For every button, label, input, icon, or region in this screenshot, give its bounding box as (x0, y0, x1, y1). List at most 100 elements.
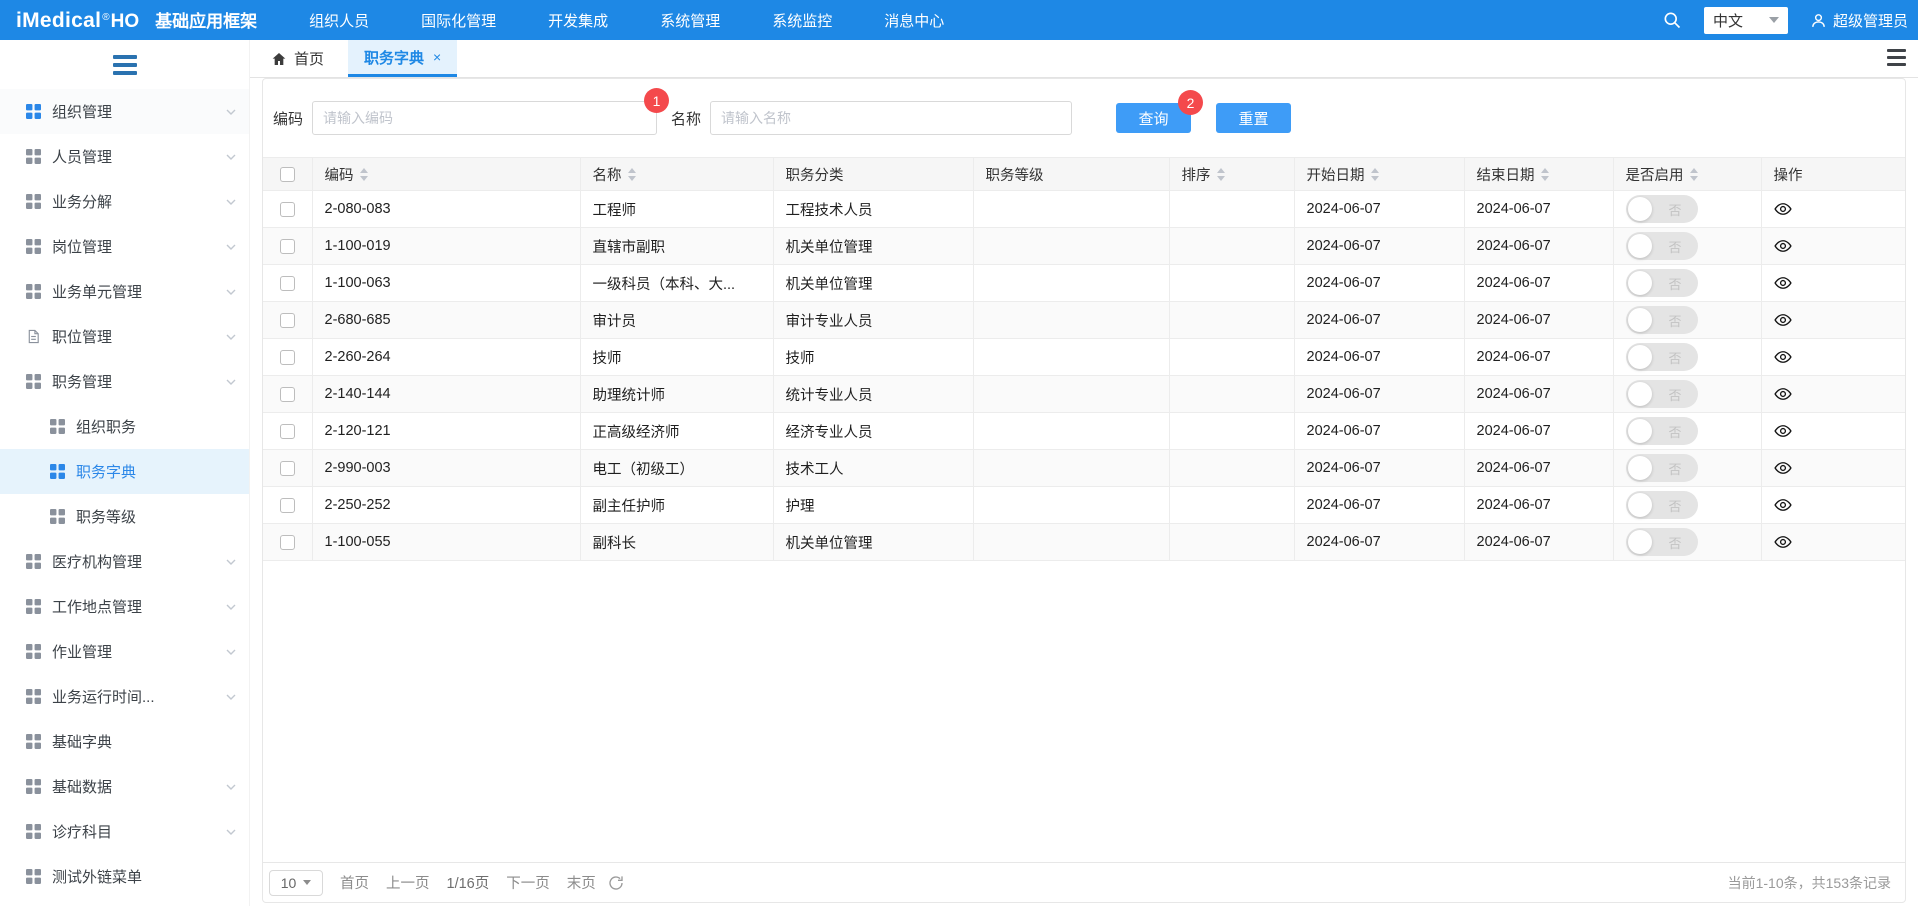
col-enabled[interactable]: 是否启用 (1613, 158, 1761, 191)
nav-item-system-monitor[interactable]: 系统监控 (772, 10, 832, 31)
close-icon[interactable]: × (433, 49, 441, 65)
row-checkbox[interactable] (280, 535, 295, 550)
sort-icon[interactable] (1690, 168, 1698, 181)
row-checkbox[interactable] (280, 350, 295, 365)
col-name[interactable]: 名称 (580, 158, 773, 191)
sort-icon[interactable] (360, 168, 368, 181)
sort-icon[interactable] (1217, 168, 1225, 181)
cell-category: 技术工人 (773, 450, 973, 487)
language-select[interactable]: 中文 (1704, 7, 1788, 34)
sidebar-item-job-management[interactable]: 作业管理 (0, 629, 249, 674)
sort-icon[interactable] (628, 168, 636, 181)
enabled-toggle[interactable]: 否 (1626, 195, 1698, 223)
row-checkbox[interactable] (280, 239, 295, 254)
refresh-icon[interactable] (608, 875, 624, 891)
home-icon (271, 51, 287, 67)
view-icon[interactable] (1774, 422, 1792, 440)
enabled-toggle[interactable]: 否 (1626, 454, 1698, 482)
page-size-select[interactable]: 10 (269, 870, 323, 896)
record-summary: 当前1-10条，共153条记录 (1728, 873, 1891, 893)
row-checkbox[interactable] (280, 276, 295, 291)
enabled-toggle[interactable]: 否 (1626, 528, 1698, 556)
col-code[interactable]: 编码 (312, 158, 580, 191)
grid-icon (26, 644, 41, 659)
row-checkbox[interactable] (280, 424, 295, 439)
sort-icon[interactable] (1371, 168, 1379, 181)
sidebar-item-business-unit-management[interactable]: 业务单元管理 (0, 269, 249, 314)
user-menu[interactable]: 超级管理员 (1810, 10, 1908, 31)
sidebar-item-business-decomposition[interactable]: 业务分解 (0, 179, 249, 224)
chevron-down-icon (225, 241, 237, 253)
row-checkbox[interactable] (280, 202, 295, 217)
nav-item-dev-integration[interactable]: 开发集成 (548, 10, 608, 31)
sidebar-item-medical-institution-management[interactable]: 医疗机构管理 (0, 539, 249, 584)
sidebar-item-workplace-management[interactable]: 工作地点管理 (0, 584, 249, 629)
pagination-bar: 10 首页 上一页 1/16页 下一页 末页 当前1-10条，共153条记录 (263, 862, 1905, 902)
view-icon[interactable] (1774, 311, 1792, 329)
cell-level (973, 265, 1169, 302)
view-icon[interactable] (1774, 533, 1792, 551)
next-page-button[interactable]: 下一页 (506, 872, 550, 893)
cell-start-date: 2024-06-07 (1294, 450, 1464, 487)
sidebar-item-duty-management[interactable]: 职务管理 (0, 359, 249, 404)
nav-item-i18n-management[interactable]: 国际化管理 (421, 10, 496, 31)
view-icon[interactable] (1774, 348, 1792, 366)
sidebar-item-duty-dictionary[interactable]: 职务字典 (0, 449, 249, 494)
sidebar-item-duty-level[interactable]: 职务等级 (0, 494, 249, 539)
view-icon[interactable] (1774, 200, 1792, 218)
enabled-toggle[interactable]: 否 (1626, 306, 1698, 334)
view-icon[interactable] (1774, 274, 1792, 292)
view-icon[interactable] (1774, 459, 1792, 477)
select-all-checkbox[interactable] (280, 167, 295, 182)
row-checkbox[interactable] (280, 313, 295, 328)
cell-code: 1-100-019 (312, 228, 580, 265)
nav-item-message-center[interactable]: 消息中心 (884, 10, 944, 31)
enabled-toggle[interactable]: 否 (1626, 491, 1698, 519)
last-page-button[interactable]: 末页 (567, 872, 596, 893)
tab-duty-dictionary[interactable]: 职务字典 × (348, 40, 457, 77)
cell-level (973, 450, 1169, 487)
sidebar-item-diagnosis-treatment-subjects[interactable]: 诊疗科目 (0, 809, 249, 854)
view-icon[interactable] (1774, 385, 1792, 403)
first-page-button[interactable]: 首页 (340, 872, 369, 893)
sidebar-item-basic-data[interactable]: 基础数据 (0, 764, 249, 809)
cell-code: 2-990-003 (312, 450, 580, 487)
enabled-toggle[interactable]: 否 (1626, 343, 1698, 371)
sidebar-item-position-management[interactable]: 职位管理 (0, 314, 249, 359)
chevron-down-icon (225, 646, 237, 658)
col-start-date[interactable]: 开始日期 (1294, 158, 1464, 191)
tab-list-menu-icon[interactable] (1887, 49, 1906, 66)
nav-item-system-management[interactable]: 系统管理 (660, 10, 720, 31)
search-icon[interactable] (1662, 10, 1682, 30)
sidebar-collapse-icon[interactable] (0, 40, 249, 89)
view-icon[interactable] (1774, 496, 1792, 514)
nav-item-org-personnel[interactable]: 组织人员 (309, 10, 369, 31)
sidebar-item-org-duty[interactable]: 组织职务 (0, 404, 249, 449)
cell-name: 审计员 (580, 302, 773, 339)
row-checkbox[interactable] (280, 387, 295, 402)
col-sort[interactable]: 排序 (1169, 158, 1294, 191)
name-input[interactable] (710, 101, 1072, 135)
sidebar-item-org-management[interactable]: 组织管理 (0, 89, 249, 134)
enabled-toggle[interactable]: 否 (1626, 269, 1698, 297)
prev-page-button[interactable]: 上一页 (386, 872, 430, 893)
code-input[interactable] (312, 101, 657, 135)
enabled-toggle[interactable]: 否 (1626, 232, 1698, 260)
app-title: 基础应用框架 (155, 7, 257, 32)
chevron-down-icon (225, 106, 237, 118)
sidebar-item-personnel-management[interactable]: 人员管理 (0, 134, 249, 179)
reset-button[interactable]: 重置 (1216, 103, 1291, 133)
col-end-date[interactable]: 结束日期 (1464, 158, 1613, 191)
name-input-wrap (710, 101, 1072, 135)
sidebar-item-basic-dictionary[interactable]: 基础字典 (0, 719, 249, 764)
tab-home[interactable]: 首页 (267, 40, 328, 77)
sidebar-item-business-running-time[interactable]: 业务运行时间... (0, 674, 249, 719)
row-checkbox[interactable] (280, 461, 295, 476)
enabled-toggle[interactable]: 否 (1626, 417, 1698, 445)
sidebar-item-test-external-link-menu[interactable]: 测试外链菜单 (0, 854, 249, 899)
enabled-toggle[interactable]: 否 (1626, 380, 1698, 408)
row-checkbox[interactable] (280, 498, 295, 513)
sidebar-item-post-management[interactable]: 岗位管理 (0, 224, 249, 269)
view-icon[interactable] (1774, 237, 1792, 255)
sort-icon[interactable] (1541, 168, 1549, 181)
